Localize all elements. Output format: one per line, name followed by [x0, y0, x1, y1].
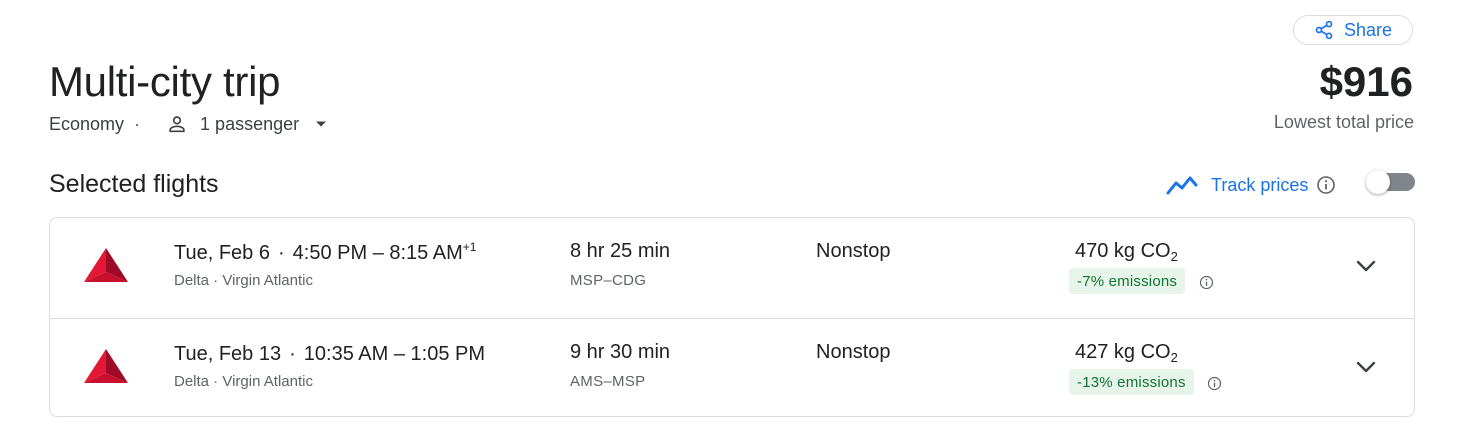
chevron-down-icon[interactable] [1355, 359, 1377, 375]
time-range: 4:50 PM – 8:15 AM [292, 242, 463, 264]
airline-names: Delta · Virgin Atlantic [174, 272, 313, 289]
share-label: Share [1343, 19, 1393, 40]
trip-options: Economy · 1 passenger [49, 112, 327, 136]
flight-route: MSP–CDG [570, 272, 647, 289]
day-offset: +1 [462, 240, 477, 254]
chevron-down-icon[interactable] [1355, 258, 1377, 274]
flight-row[interactable]: Tue, Feb 6 · 4:50 PM – 8:15 AM+1 Delta · V… [50, 218, 1414, 318]
total-price: $916 [1319, 58, 1413, 105]
selected-flights-list: Tue, Feb 6 · 4:50 PM – 8:15 AM+1 Delta · V… [49, 217, 1415, 417]
flight-stops: Nonstop [816, 341, 891, 363]
passenger-selector[interactable]: 1 passenger [150, 113, 327, 135]
co2-subscript: 2 [1170, 249, 1178, 264]
toggle-knob [1366, 170, 1390, 194]
delta-logo-icon [84, 349, 128, 383]
emissions-badge: -7% emissions [1069, 268, 1186, 294]
trending-icon [1166, 176, 1198, 195]
price-label: Lowest total price [1273, 112, 1414, 132]
co2-amount: 470 kg CO [1075, 240, 1171, 262]
flight-duration: 8 hr 25 min [570, 240, 671, 262]
airline-names: Delta · Virgin Atlantic [174, 373, 313, 390]
cabin-class: Economy [49, 113, 125, 134]
info-icon[interactable] [1316, 175, 1336, 195]
flight-route: AMS–MSP [570, 373, 646, 390]
co2-amount: 427 kg CO [1075, 341, 1171, 363]
caret-down-icon [316, 121, 327, 127]
delta-logo-icon [84, 248, 128, 282]
page-title: Multi-city trip [49, 58, 281, 105]
co2-value: 470 kg CO2 [1075, 240, 1178, 264]
flight-date: Tue, Feb 6 [174, 242, 270, 264]
separator-dot: · [289, 343, 296, 365]
flight-row[interactable]: Tue, Feb 13 · 10:35 AM – 1:05 PM Delta · V… [50, 318, 1414, 419]
separator-dot: · [134, 113, 141, 134]
emissions-badge: -13% emissions [1069, 369, 1194, 395]
co2-subscript: 2 [1170, 350, 1178, 365]
person-icon [169, 116, 185, 133]
flight-times: Tue, Feb 13 · 10:35 AM – 1:05 PM [174, 341, 485, 366]
separator-dot: · [277, 242, 285, 264]
flight-times: Tue, Feb 6 · 4:50 PM – 8:15 AM+1 [174, 240, 476, 265]
track-prices-label: Track prices [1211, 174, 1309, 195]
time-range: 10:35 AM – 1:05 PM [303, 343, 486, 365]
info-icon[interactable] [1207, 376, 1222, 391]
flight-stops: Nonstop [816, 240, 891, 262]
flight-duration: 9 hr 30 min [570, 341, 671, 363]
share-button[interactable]: Share [1293, 15, 1413, 45]
passenger-count: 1 passenger [200, 113, 300, 134]
section-title: Selected flights [49, 170, 219, 198]
track-prices-toggle[interactable] [1366, 170, 1415, 195]
share-icon [1315, 20, 1333, 40]
info-icon[interactable] [1199, 275, 1214, 290]
co2-value: 427 kg CO2 [1075, 341, 1178, 365]
flight-date: Tue, Feb 13 [174, 343, 282, 365]
track-prices[interactable]: Track prices [1166, 172, 1336, 198]
